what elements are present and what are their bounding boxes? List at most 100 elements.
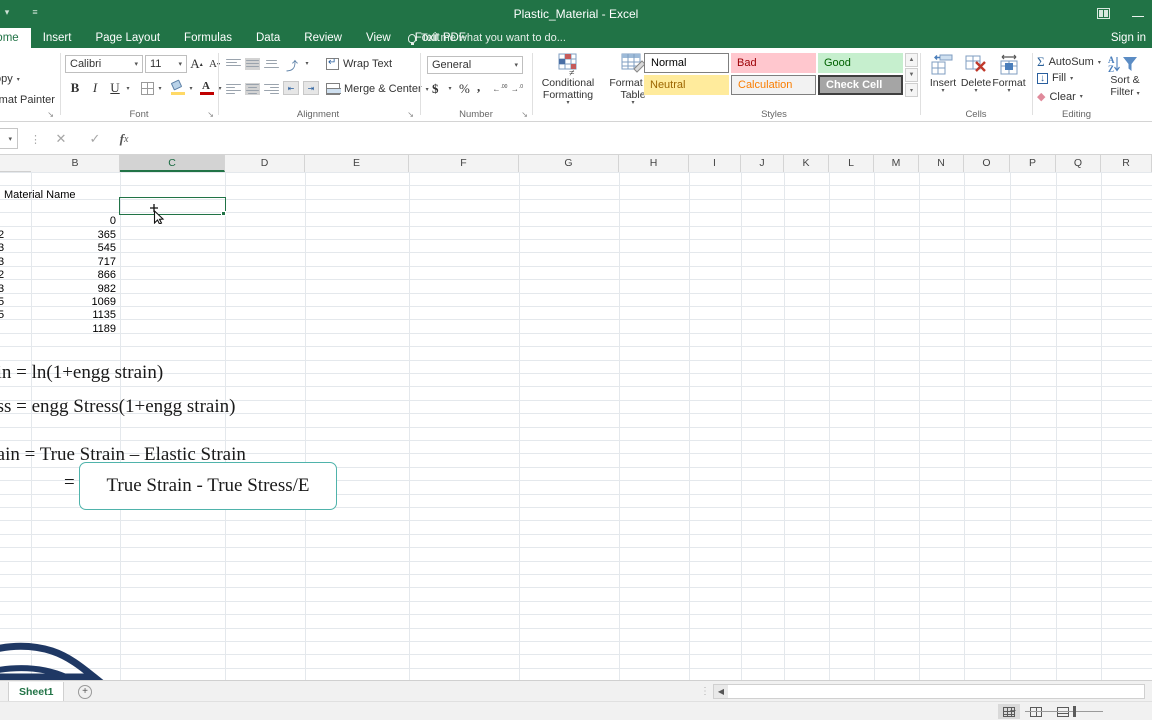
- cell-B-value-5[interactable]: 982: [31, 283, 116, 296]
- cell-B-value-1[interactable]: 365: [31, 229, 116, 242]
- fill-color-options-icon[interactable]: ▾: [185, 79, 197, 97]
- tab-home[interactable]: Home: [0, 28, 31, 48]
- styles-more-button[interactable]: ▾: [905, 83, 918, 97]
- ribbon-display-options-icon[interactable]: [1097, 7, 1110, 21]
- orientation-options-icon[interactable]: ▾: [301, 56, 313, 71]
- styles-scroll-down-button[interactable]: ▼: [905, 68, 918, 82]
- currency-options-icon[interactable]: ▾: [444, 80, 456, 96]
- column-header-I[interactable]: I: [689, 155, 741, 172]
- formula-input[interactable]: [136, 128, 1152, 149]
- scroll-left-icon[interactable]: ◀: [714, 685, 728, 698]
- zoom-slider-thumb[interactable]: [1073, 705, 1076, 717]
- align-top-button[interactable]: [224, 56, 242, 71]
- cell-A-row7[interactable]: 2: [0, 269, 4, 282]
- cell-B-value-0[interactable]: 0: [31, 215, 116, 228]
- column-header-J[interactable]: J: [741, 155, 784, 172]
- cell-B-value-7[interactable]: 1135: [31, 309, 116, 322]
- styles-scroll-up-button[interactable]: ▲: [905, 53, 918, 67]
- add-sheet-icon[interactable]: +: [78, 685, 92, 699]
- column-header-H[interactable]: H: [619, 155, 689, 172]
- increase-decimal-button[interactable]: ←.00: [492, 81, 508, 96]
- format-painter-button[interactable]: rmat Painter: [0, 94, 55, 106]
- orientation-button[interactable]: ⤴: [284, 56, 302, 73]
- decrease-decimal-button[interactable]: →.0: [509, 81, 525, 96]
- clipboard-dialog-launcher[interactable]: ↘: [47, 110, 54, 119]
- tab-data[interactable]: Data: [244, 28, 292, 48]
- cell-A-row5[interactable]: 3: [0, 242, 4, 255]
- cancel-icon[interactable]: ✕: [50, 130, 72, 148]
- cell-A-row9[interactable]: 5: [0, 296, 4, 309]
- font-dialog-launcher[interactable]: ↘: [207, 110, 214, 119]
- tab-insert[interactable]: Insert: [31, 28, 84, 48]
- sheet-tab-sheet1[interactable]: Sheet1: [8, 682, 65, 702]
- align-center-button[interactable]: [243, 81, 261, 96]
- style-neutral[interactable]: Neutral: [644, 75, 729, 95]
- zoom-out-button[interactable]: −: [1008, 705, 1018, 717]
- increase-indent-button[interactable]: ⇥: [303, 81, 319, 95]
- tab-formulas[interactable]: Formulas: [172, 28, 244, 48]
- align-bottom-button[interactable]: [262, 56, 280, 71]
- insert-function-icon[interactable]: fx: [113, 130, 135, 148]
- column-header-M[interactable]: M: [874, 155, 919, 172]
- align-right-button[interactable]: [262, 81, 280, 96]
- cell-B-value-4[interactable]: 866: [31, 269, 116, 282]
- cell-B-value-2[interactable]: 545: [31, 242, 116, 255]
- font-size-combo[interactable]: 11 ▾: [145, 55, 187, 73]
- column-header-O[interactable]: O: [964, 155, 1010, 172]
- column-header-K[interactable]: K: [784, 155, 829, 172]
- column-header-F[interactable]: F: [409, 155, 519, 172]
- column-header-B[interactable]: B: [31, 155, 120, 172]
- merge-center-button[interactable]: Merge & Center ▾: [326, 83, 429, 95]
- cell-B-value-6[interactable]: 1069: [31, 296, 116, 309]
- wrap-text-button[interactable]: Wrap Text: [326, 57, 392, 70]
- column-header-P[interactable]: P: [1010, 155, 1056, 172]
- italic-button[interactable]: I: [86, 79, 104, 97]
- cell-A-material-name[interactable]: Material Name: [4, 189, 76, 202]
- currency-format-button[interactable]: $: [432, 81, 439, 97]
- column-header-R[interactable]: R: [1101, 155, 1152, 172]
- sign-in-button[interactable]: Sign in: [1111, 28, 1146, 48]
- autosum-button[interactable]: Σ AutoSum ▾: [1037, 54, 1101, 70]
- find-and-select-button[interactable]: Fin Sel: [1145, 54, 1152, 98]
- cell-A-row8[interactable]: 3: [0, 283, 4, 296]
- conditional-formatting-button[interactable]: ≠ Conditional Formatting ▾: [536, 53, 600, 106]
- minimize-icon[interactable]: [1132, 9, 1144, 19]
- tab-view[interactable]: View: [354, 28, 403, 48]
- style-good[interactable]: Good: [818, 53, 903, 73]
- style-bad[interactable]: Bad: [731, 53, 816, 73]
- style-calculation[interactable]: Calculation: [731, 75, 816, 95]
- clear-button[interactable]: ◆ Clear ▾: [1037, 90, 1083, 104]
- borders-options-icon[interactable]: ▾: [154, 79, 166, 97]
- column-header-N[interactable]: N: [919, 155, 964, 172]
- horizontal-split-handle[interactable]: ⋮: [700, 686, 710, 697]
- bold-button[interactable]: B: [66, 79, 84, 97]
- tab-review[interactable]: Review: [292, 28, 354, 48]
- selected-cell-indicator[interactable]: [119, 197, 226, 215]
- cell-B-value-3[interactable]: 717: [31, 256, 116, 269]
- worksheet-grid[interactable]: B C D E F G H I J K L M N O P Q R Materi…: [0, 155, 1152, 680]
- style-normal[interactable]: Normal: [644, 53, 729, 73]
- column-header-Q[interactable]: Q: [1056, 155, 1101, 172]
- fill-button[interactable]: ↓ Fill ▾: [1037, 72, 1073, 84]
- align-middle-button[interactable]: [243, 56, 261, 71]
- horizontal-scrollbar[interactable]: ◀: [713, 684, 1145, 699]
- fill-handle[interactable]: [221, 211, 226, 216]
- tab-page-layout[interactable]: Page Layout: [83, 28, 172, 48]
- column-header-C[interactable]: C: [120, 155, 225, 172]
- cell-A-row10[interactable]: 5: [0, 309, 4, 322]
- column-header-L[interactable]: L: [829, 155, 874, 172]
- underline-options-icon[interactable]: ▾: [122, 79, 134, 97]
- cell-A-row6[interactable]: 3: [0, 256, 4, 269]
- copy-button[interactable]: opy ▾: [0, 73, 20, 85]
- column-header-E[interactable]: E: [305, 155, 409, 172]
- alignment-dialog-launcher[interactable]: ↘: [407, 110, 414, 119]
- zoom-slider-track[interactable]: [1025, 705, 1103, 717]
- accept-icon[interactable]: ✓: [84, 130, 106, 148]
- comma-format-button[interactable]: ,: [477, 79, 480, 95]
- tell-me-box[interactable]: Tell me what you want to do...: [408, 28, 566, 48]
- align-left-button[interactable]: [224, 81, 242, 96]
- column-header-D[interactable]: D: [225, 155, 305, 172]
- font-family-combo[interactable]: Calibri ▾: [65, 55, 143, 73]
- increase-font-size-button[interactable]: A ▴: [188, 55, 205, 73]
- column-header-G[interactable]: G: [519, 155, 619, 172]
